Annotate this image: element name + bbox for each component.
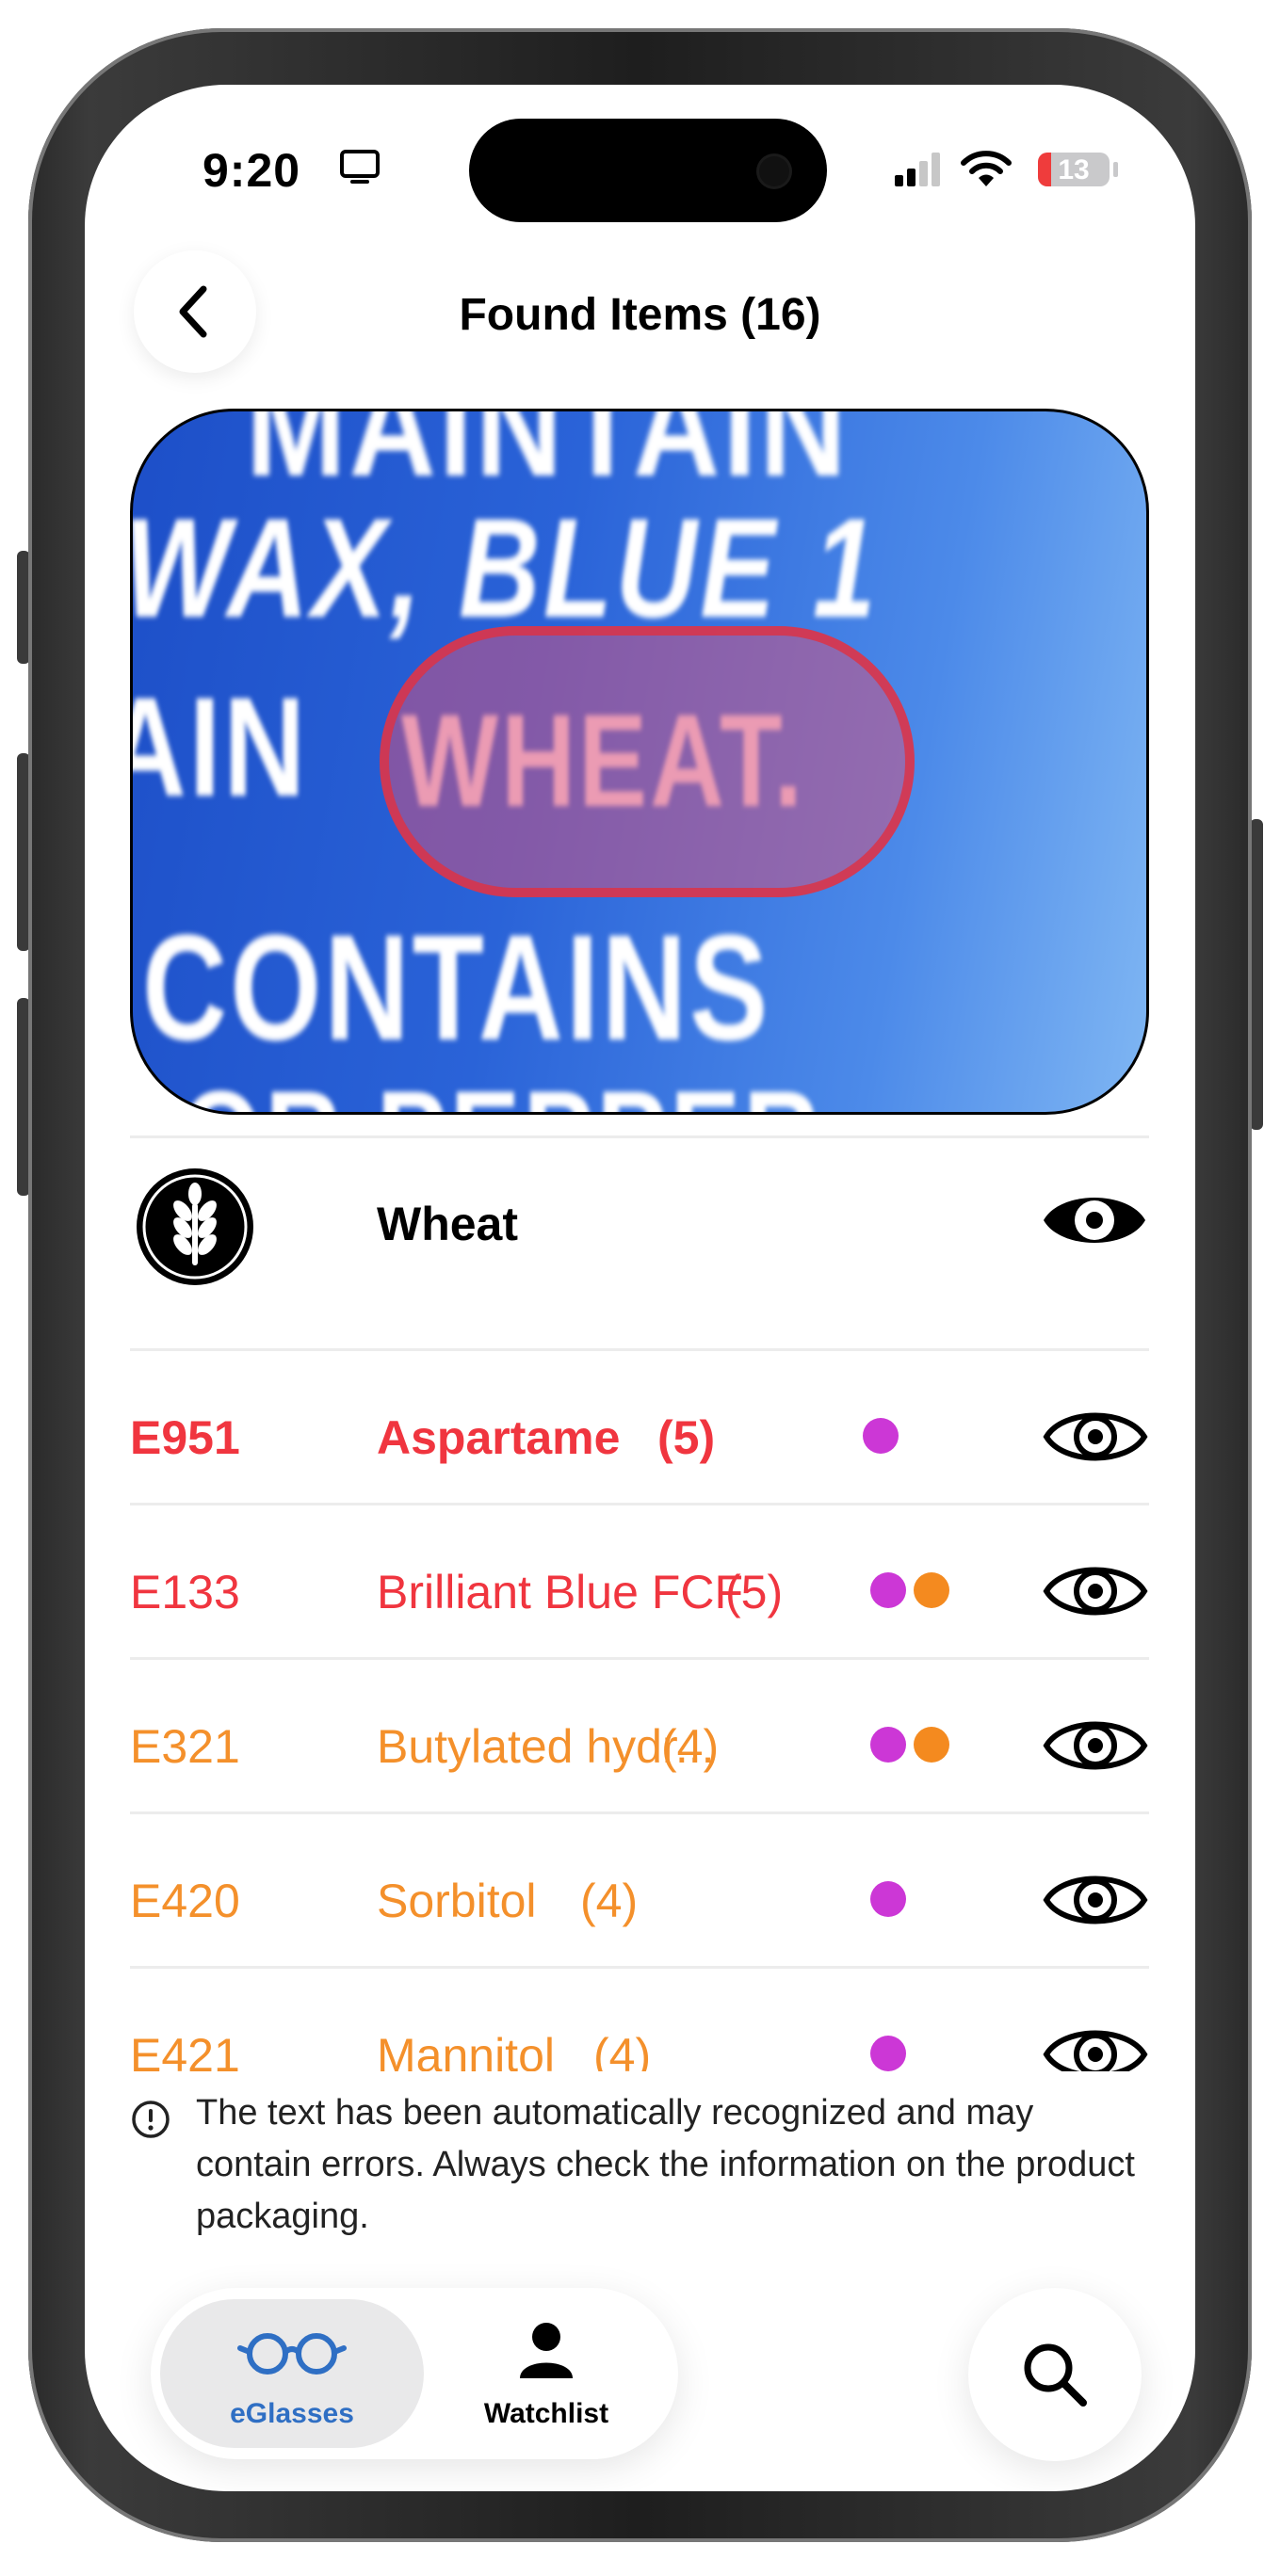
additive-count: (4) xyxy=(580,1875,639,1927)
eye-outline-icon[interactable] xyxy=(1042,1552,1149,1631)
additive-code: E133 xyxy=(130,1566,240,1618)
allergen-row[interactable]: Wheat xyxy=(130,1147,1149,1299)
disclaimer-text: The text has been automatically recogniz… xyxy=(196,2093,1135,2236)
camera-icon xyxy=(759,156,789,186)
divider xyxy=(130,1657,1149,1660)
divider xyxy=(130,1135,1149,1138)
glasses-icon xyxy=(237,2333,347,2375)
category-dot-purple xyxy=(863,1418,899,1454)
additive-count: (4) xyxy=(661,1720,720,1773)
additive-name: Aspartame xyxy=(377,1411,621,1464)
wheat-icon xyxy=(137,1168,253,1285)
additive-code: E951 xyxy=(130,1411,240,1464)
battery-icon: 13 xyxy=(1038,153,1110,186)
additive-row[interactable]: E951 Aspartame (5) xyxy=(130,1360,1149,1512)
tab-watchlist[interactable]: Watchlist xyxy=(433,2299,659,2448)
eye-outline-icon[interactable] xyxy=(1042,1397,1149,1476)
additive-count: (5) xyxy=(657,1411,716,1464)
category-dot-purple xyxy=(870,1881,906,1917)
phone-device: 9:20 13 Found Items (16) MAINTAIN WAX, B… xyxy=(0,0,1280,2576)
additive-name: Sorbitol xyxy=(377,1875,537,1927)
battery-level: 13 xyxy=(1058,154,1090,185)
additive-name: Brilliant Blue FCF xyxy=(377,1566,743,1618)
tab-eglasses-label: eGlasses xyxy=(230,2398,354,2429)
search-button[interactable] xyxy=(968,2288,1142,2461)
tab-eglasses[interactable]: eGlasses xyxy=(160,2299,424,2448)
tab-watchlist-label: Watchlist xyxy=(483,2398,609,2429)
eye-outline-icon[interactable] xyxy=(1042,1706,1149,1785)
eye-outline-icon[interactable] xyxy=(1042,1860,1149,1940)
screen: 9:20 13 Found Items (16) MAINTAIN WAX, B… xyxy=(85,85,1195,2491)
additive-count: (4) xyxy=(593,2029,652,2071)
page-title: Found Items (16) xyxy=(459,290,821,340)
person-icon xyxy=(520,2323,573,2378)
divider xyxy=(130,1348,1149,1351)
additive-name: Mannitol xyxy=(377,2029,555,2071)
status-time: 9:20 xyxy=(203,144,301,197)
search-icon xyxy=(1024,2343,1087,2407)
tab-bar: eGlasses Watchlist xyxy=(151,2288,678,2459)
highlight-outline xyxy=(380,626,915,897)
photo-line: AIN xyxy=(133,668,309,826)
power-button xyxy=(1250,819,1263,1130)
additive-count: (5) xyxy=(725,1566,784,1618)
photo-line: CONTAINS xyxy=(142,903,771,1071)
info-icon xyxy=(132,2101,170,2138)
category-dot-orange xyxy=(914,1572,949,1608)
battery-tip xyxy=(1113,162,1118,177)
additive-row[interactable]: E133 Brilliant Blue FCF (5) xyxy=(130,1514,1149,1666)
divider xyxy=(130,1503,1149,1505)
additive-row[interactable]: E421 Mannitol (4) xyxy=(130,1977,1149,2071)
eye-outline-icon[interactable] xyxy=(1042,2015,1149,2071)
photo-line: OR PEPPER xyxy=(180,1061,822,1112)
divider xyxy=(130,1811,1149,1814)
scanned-photo: MAINTAIN WAX, BLUE 1 AIN WHEAT. CONTAINS… xyxy=(130,409,1149,1115)
signal-icon xyxy=(895,153,940,186)
additive-code: E421 xyxy=(130,2029,240,2071)
eye-filled-icon[interactable] xyxy=(1040,1181,1149,1260)
additive-row[interactable]: E420 Sorbitol (4) xyxy=(130,1823,1149,1975)
dynamic-island xyxy=(469,119,827,222)
allergen-name: Wheat xyxy=(377,1198,518,1250)
additive-code: E321 xyxy=(130,1720,240,1773)
category-dot-purple xyxy=(870,2036,906,2071)
category-dot-purple xyxy=(870,1727,906,1763)
wifi-icon xyxy=(961,151,1012,186)
additive-row[interactable]: E321 Butylated hydr... (4) xyxy=(130,1668,1149,1821)
category-dot-orange xyxy=(914,1727,949,1763)
additive-code: E420 xyxy=(130,1875,240,1927)
divider xyxy=(130,1966,1149,1969)
category-dot-purple xyxy=(870,1572,906,1608)
screen-mirroring-icon xyxy=(340,150,380,184)
